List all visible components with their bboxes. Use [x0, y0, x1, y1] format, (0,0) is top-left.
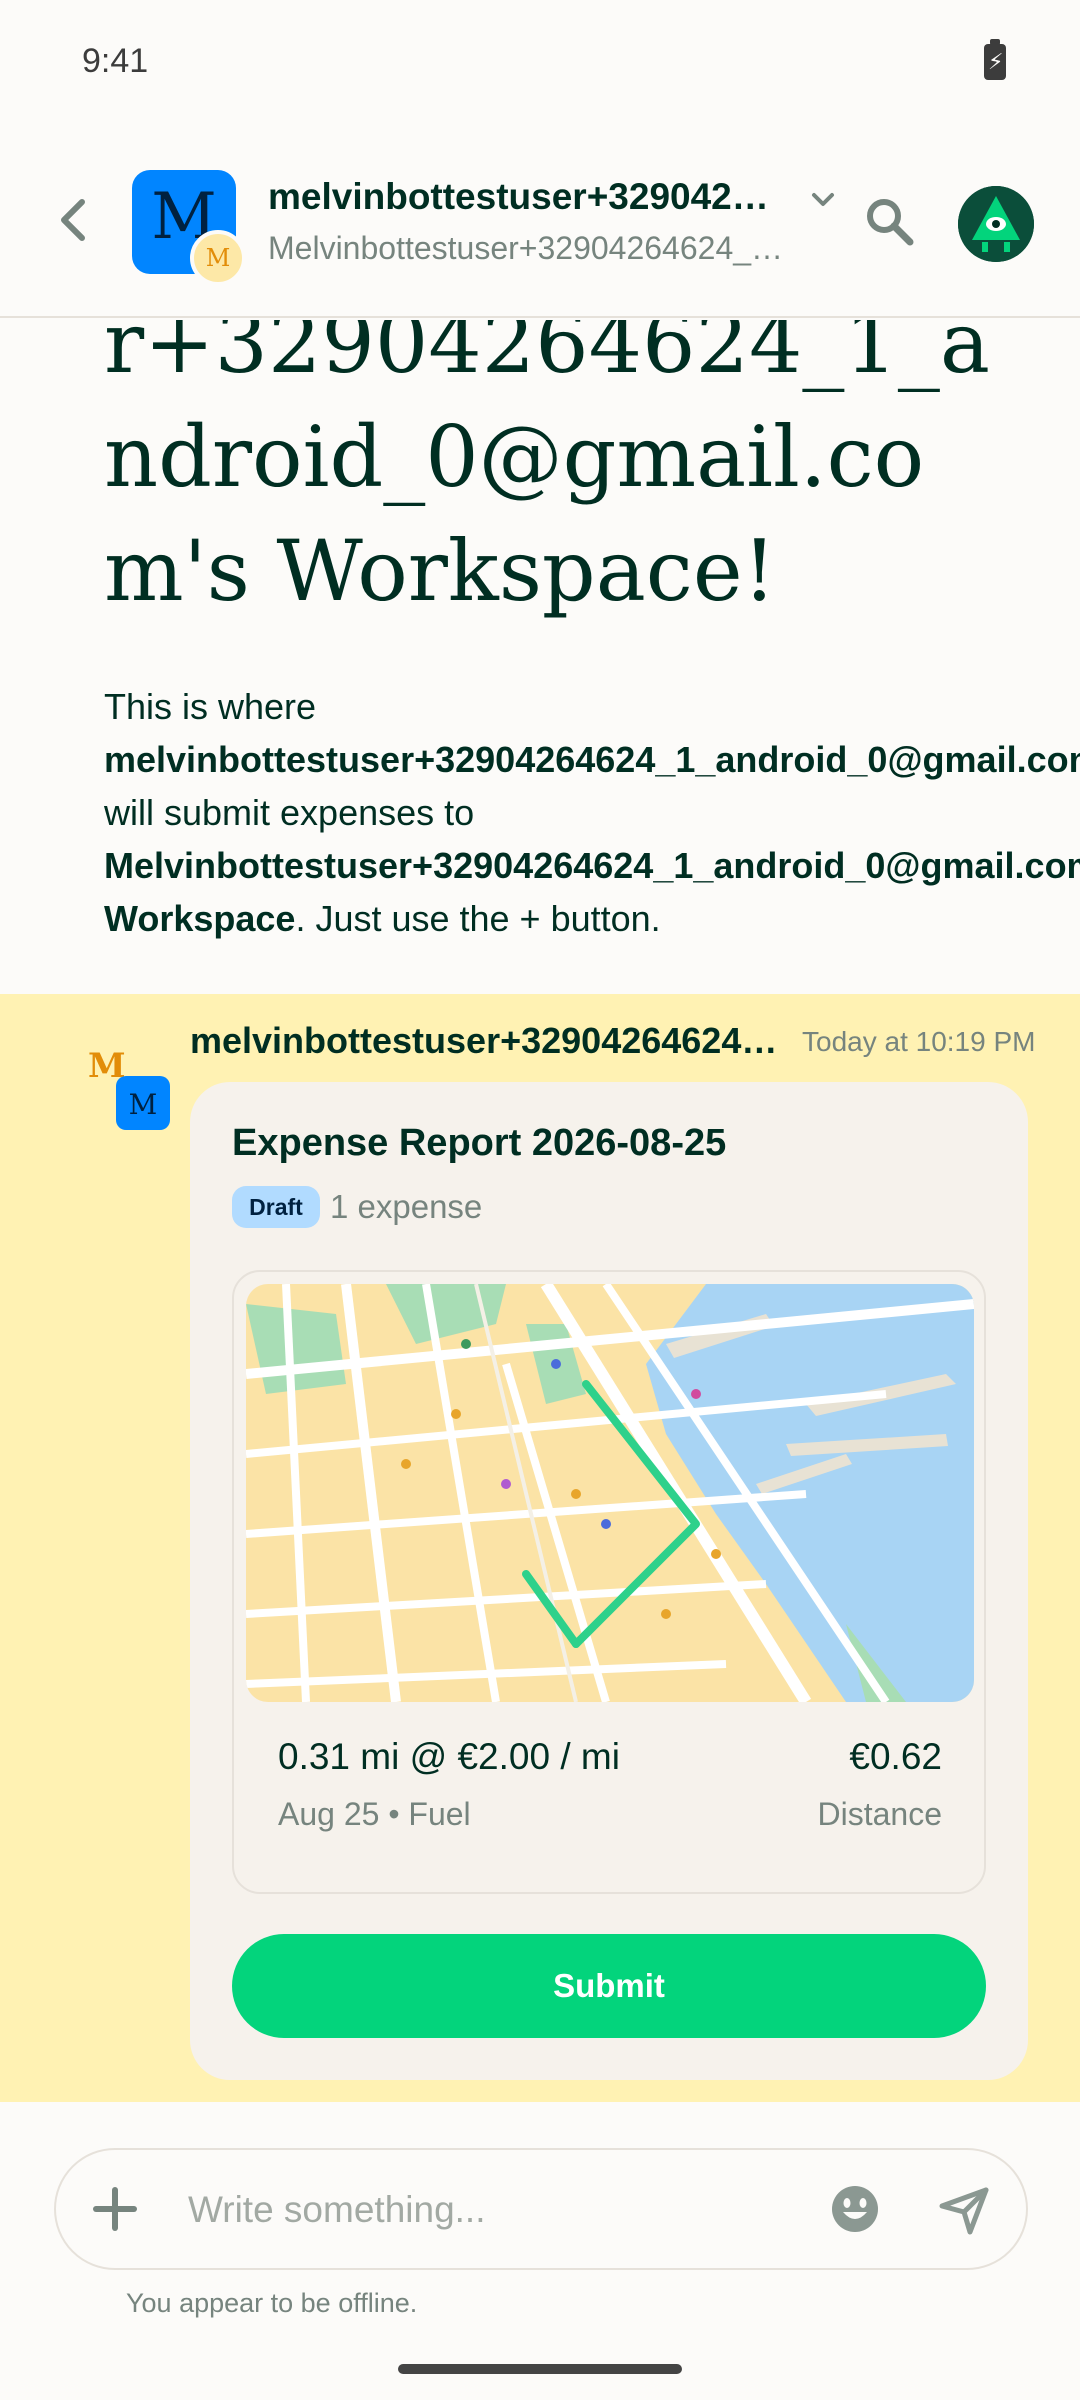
sender-workspace-avatar: M	[116, 1076, 170, 1130]
welcome-text-prefix: This is where	[104, 686, 317, 727]
chat-header: M M melvinbottestuser+32904264624_1_andr…	[0, 130, 1080, 318]
welcome-text-middle: will submit expenses to	[104, 792, 475, 833]
status-time: 9:41	[82, 42, 149, 80]
user-sub-avatar: M	[190, 230, 246, 286]
submit-button[interactable]: Submit	[232, 1934, 986, 2038]
message-input[interactable]	[188, 2180, 848, 2240]
message-sender: melvinbottestuser+32904264624_1_android_…	[190, 1020, 780, 1061]
battery-icon: ⚡	[984, 39, 1006, 80]
offline-indicator: You appear to be offline.	[126, 2288, 418, 2318]
search-icon	[867, 199, 914, 246]
expense-rate: 0.31 mi @ €2.00 / mi	[278, 1736, 620, 1777]
send-button[interactable]	[936, 2182, 992, 2238]
sender-workspace-avatar-letter: M	[128, 1088, 158, 1121]
expense-amount: €0.62	[849, 1736, 942, 1777]
home-indicator[interactable]	[398, 2364, 682, 2374]
add-attachment-button[interactable]	[90, 2184, 140, 2234]
welcome-heading: r+32904264624_1_android_0@gmail.com's Wo…	[104, 320, 990, 620]
chevron-down-icon	[812, 193, 834, 206]
welcome-section: r+32904264624_1_android_0@gmail.com's Wo…	[0, 320, 1080, 992]
emoji-button[interactable]	[828, 2182, 882, 2236]
back-button[interactable]	[50, 190, 98, 250]
status-bar: 9:41 ⚡	[0, 0, 1080, 130]
expense-type: Distance	[817, 1796, 943, 1832]
expense-date-category: Aug 25 • Fuel	[278, 1796, 471, 1832]
report-preview-card[interactable]: Expense Report 2026-08-25 Draft 1 expens…	[190, 1082, 1028, 2080]
back-arrow-icon	[61, 199, 85, 241]
emoji-icon	[832, 2186, 878, 2232]
route-map-image	[246, 1284, 974, 1702]
report-action-item[interactable]: M M melvinbottestuser+32904264624_1_andr…	[0, 994, 1080, 2102]
welcome-user-email: melvinbottestuser+32904264624_1_android_…	[104, 739, 1080, 780]
avatar-illustration-icon	[958, 186, 1034, 262]
user-avatar[interactable]	[958, 186, 1034, 262]
details-toggle[interactable]	[806, 186, 840, 214]
plus-icon	[93, 2187, 137, 2231]
message-timestamp: Today at 10:19 PM	[802, 1026, 1036, 1057]
chat-title[interactable]: melvinbottestuser+32904264624_1_android_…	[268, 176, 778, 218]
welcome-text: This is where melvinbottestuser+32904264…	[104, 680, 1080, 945]
chat-subtitle[interactable]: Melvinbottestuser+32904264624_1_android_…	[268, 230, 798, 267]
report-title: Expense Report 2026-08-25	[232, 1122, 727, 1164]
expense-count: 1 expense	[330, 1188, 483, 1225]
welcome-text-suffix: . Just use the + button.	[295, 898, 661, 939]
message-composer	[54, 2148, 1028, 2270]
send-icon	[939, 2187, 989, 2235]
sub-avatar-letter: M	[205, 244, 231, 272]
status-badge: Draft	[232, 1186, 320, 1228]
expense-preview[interactable]: 0.31 mi @ €2.00 / mi €0.62 Aug 25 • Fuel…	[232, 1270, 986, 1894]
search-button[interactable]	[862, 194, 918, 250]
